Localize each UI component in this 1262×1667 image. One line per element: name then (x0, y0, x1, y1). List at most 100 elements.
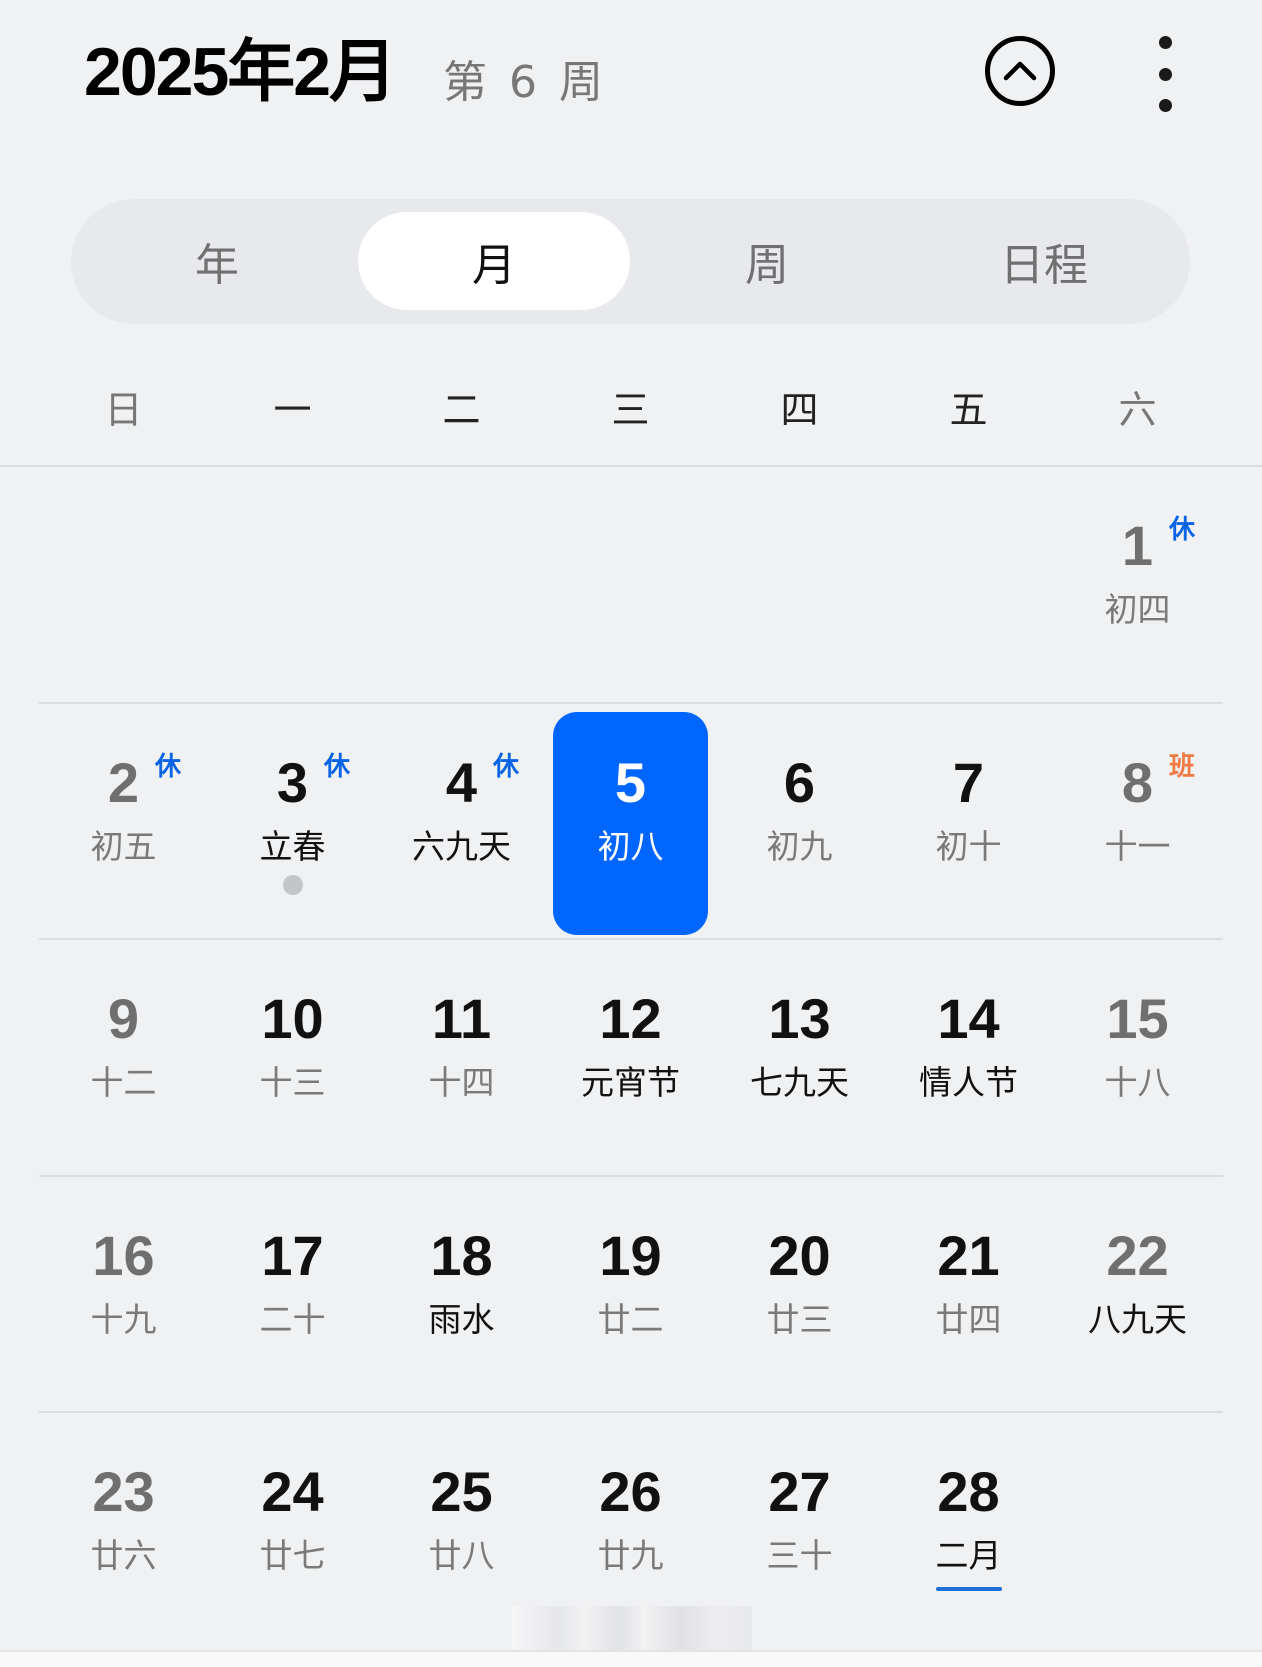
lunar-date: 廿八 (428, 1536, 495, 1575)
chevron-up-icon (1003, 61, 1037, 81)
lunar-date: 七九天 (750, 1063, 849, 1102)
weekday-mon: 一 (273, 388, 312, 432)
calendar-day[interactable]: 14 情人节 (884, 940, 1053, 1177)
calendar-day[interactable]: 23 廿六 (39, 1413, 208, 1650)
calendar-day[interactable]: 22 八九天 (1053, 1177, 1222, 1414)
lunar-date: 十三 (259, 1063, 326, 1102)
month-title[interactable]: 2025年2月 (84, 30, 397, 114)
more-dot-icon (1158, 99, 1172, 112)
day-number: 21 (937, 1224, 1000, 1287)
lunar-date: 立春 (259, 827, 326, 866)
lunar-date: 二十 (259, 1300, 326, 1339)
calendar-day[interactable]: 2 初五 休 (39, 704, 208, 941)
day-number: 27 (768, 1460, 831, 1523)
weekday-wed: 三 (611, 388, 650, 432)
lunar-date: 情人节 (919, 1063, 1018, 1102)
lunar-date: 廿九 (597, 1536, 664, 1575)
lunar-date: 雨水 (428, 1300, 495, 1339)
lunar-date: 廿三 (766, 1300, 833, 1339)
day-number: 15 (1106, 987, 1169, 1050)
day-number: 28 (937, 1460, 1000, 1523)
lunar-date: 初四 (1104, 590, 1171, 629)
day-number: 10 (261, 987, 324, 1050)
day-number: 19 (599, 1224, 662, 1287)
day-number: 22 (1106, 1224, 1169, 1287)
calendar-day[interactable]: 12 元宵节 (546, 940, 715, 1177)
calendar-day[interactable]: 7 初十 (884, 704, 1053, 941)
calendar-day[interactable]: 21 廿四 (884, 1177, 1053, 1414)
home-indicator (512, 1606, 752, 1650)
more-dot-icon (1158, 67, 1172, 81)
day-number: 5 (614, 751, 647, 814)
day-number: 4 (445, 751, 478, 814)
day-number: 24 (261, 1460, 324, 1523)
day-number: 13 (768, 987, 831, 1050)
lunar-date: 廿二 (597, 1300, 664, 1339)
calendar-day[interactable]: 1 初四 休 (1053, 467, 1222, 704)
calendar-day[interactable]: 20 廿三 (715, 1177, 884, 1414)
lunar-date: 初十 (935, 827, 1002, 866)
lunar-date: 二月 (935, 1536, 1002, 1575)
day-number: 25 (430, 1460, 493, 1523)
holiday-badge: 休 (155, 752, 182, 782)
calendar-day[interactable]: 6 初九 (715, 704, 884, 941)
calendar-day[interactable]: 16 十九 (39, 1177, 208, 1414)
lunar-date: 十二 (90, 1063, 157, 1102)
calendar-day[interactable]: 4 六九天 休 (377, 704, 546, 941)
lunar-date: 初八 (597, 827, 664, 866)
calendar-day[interactable]: 10 十三 (208, 940, 377, 1177)
lunar-date: 初九 (766, 827, 833, 866)
bottom-bar (0, 1650, 1262, 1667)
lunar-month-underline (936, 1587, 1002, 1591)
calendar-day[interactable]: 28 二月 (884, 1413, 1053, 1650)
tab-schedule[interactable]: 日程 (908, 212, 1180, 310)
calendar-day[interactable]: 9 十二 (39, 940, 208, 1177)
lunar-date: 元宵节 (581, 1063, 680, 1102)
weekday-fri: 五 (949, 388, 988, 432)
calendar-day[interactable]: 24 廿七 (208, 1413, 377, 1650)
day-number: 16 (92, 1224, 155, 1287)
tab-week[interactable]: 周 (631, 212, 903, 310)
lunar-date: 八九天 (1088, 1300, 1187, 1339)
event-dot-icon (283, 875, 303, 895)
calendar-day[interactable]: 8 十一 班 (1053, 704, 1222, 941)
calendar-day[interactable]: 18 雨水 (377, 1177, 546, 1414)
holiday-badge: 休 (1169, 515, 1196, 545)
more-options-button[interactable] (1145, 36, 1185, 112)
day-number: 12 (599, 987, 662, 1050)
lunar-date: 廿七 (259, 1536, 326, 1575)
day-number: 23 (92, 1460, 155, 1523)
calendar-day-today[interactable]: 5 初八 (546, 704, 715, 941)
lunar-date: 十九 (90, 1300, 157, 1339)
calendar-day[interactable]: 3 立春 休 (208, 704, 377, 941)
weekday-header: 日 一 二 三 四 五 六 (0, 380, 1262, 440)
tab-year[interactable]: 年 (81, 212, 353, 310)
calendar-day[interactable]: 19 廿二 (546, 1177, 715, 1414)
holiday-badge: 休 (324, 752, 351, 782)
calendar-day[interactable]: 15 十八 (1053, 940, 1222, 1177)
tab-month[interactable]: 月 (358, 212, 630, 310)
lunar-date: 六九天 (412, 827, 511, 866)
weekday-thu: 四 (780, 388, 819, 432)
day-number: 26 (599, 1460, 662, 1523)
week-number-label: 第 6 周 (443, 57, 607, 108)
calendar-day[interactable]: 13 七九天 (715, 940, 884, 1177)
lunar-date: 十一 (1104, 827, 1171, 866)
day-number: 8 (1121, 751, 1154, 814)
day-number: 3 (276, 751, 309, 814)
lunar-date: 廿六 (90, 1536, 157, 1575)
calendar-day[interactable]: 17 二十 (208, 1177, 377, 1414)
weekday-sat: 六 (1118, 388, 1157, 432)
day-number: 1 (1121, 514, 1154, 577)
view-switcher: 年 月 周 日程 (71, 199, 1190, 324)
lunar-date: 廿四 (935, 1300, 1002, 1339)
workday-badge: 班 (1169, 752, 1196, 782)
lunar-date: 十八 (1104, 1063, 1171, 1102)
day-number: 9 (107, 987, 140, 1050)
more-dot-icon (1158, 36, 1172, 49)
weekday-sun: 日 (104, 388, 143, 432)
collapse-button[interactable] (985, 36, 1055, 106)
day-number: 11 (431, 987, 492, 1050)
calendar-day[interactable]: 11 十四 (377, 940, 546, 1177)
day-number: 7 (952, 751, 985, 814)
